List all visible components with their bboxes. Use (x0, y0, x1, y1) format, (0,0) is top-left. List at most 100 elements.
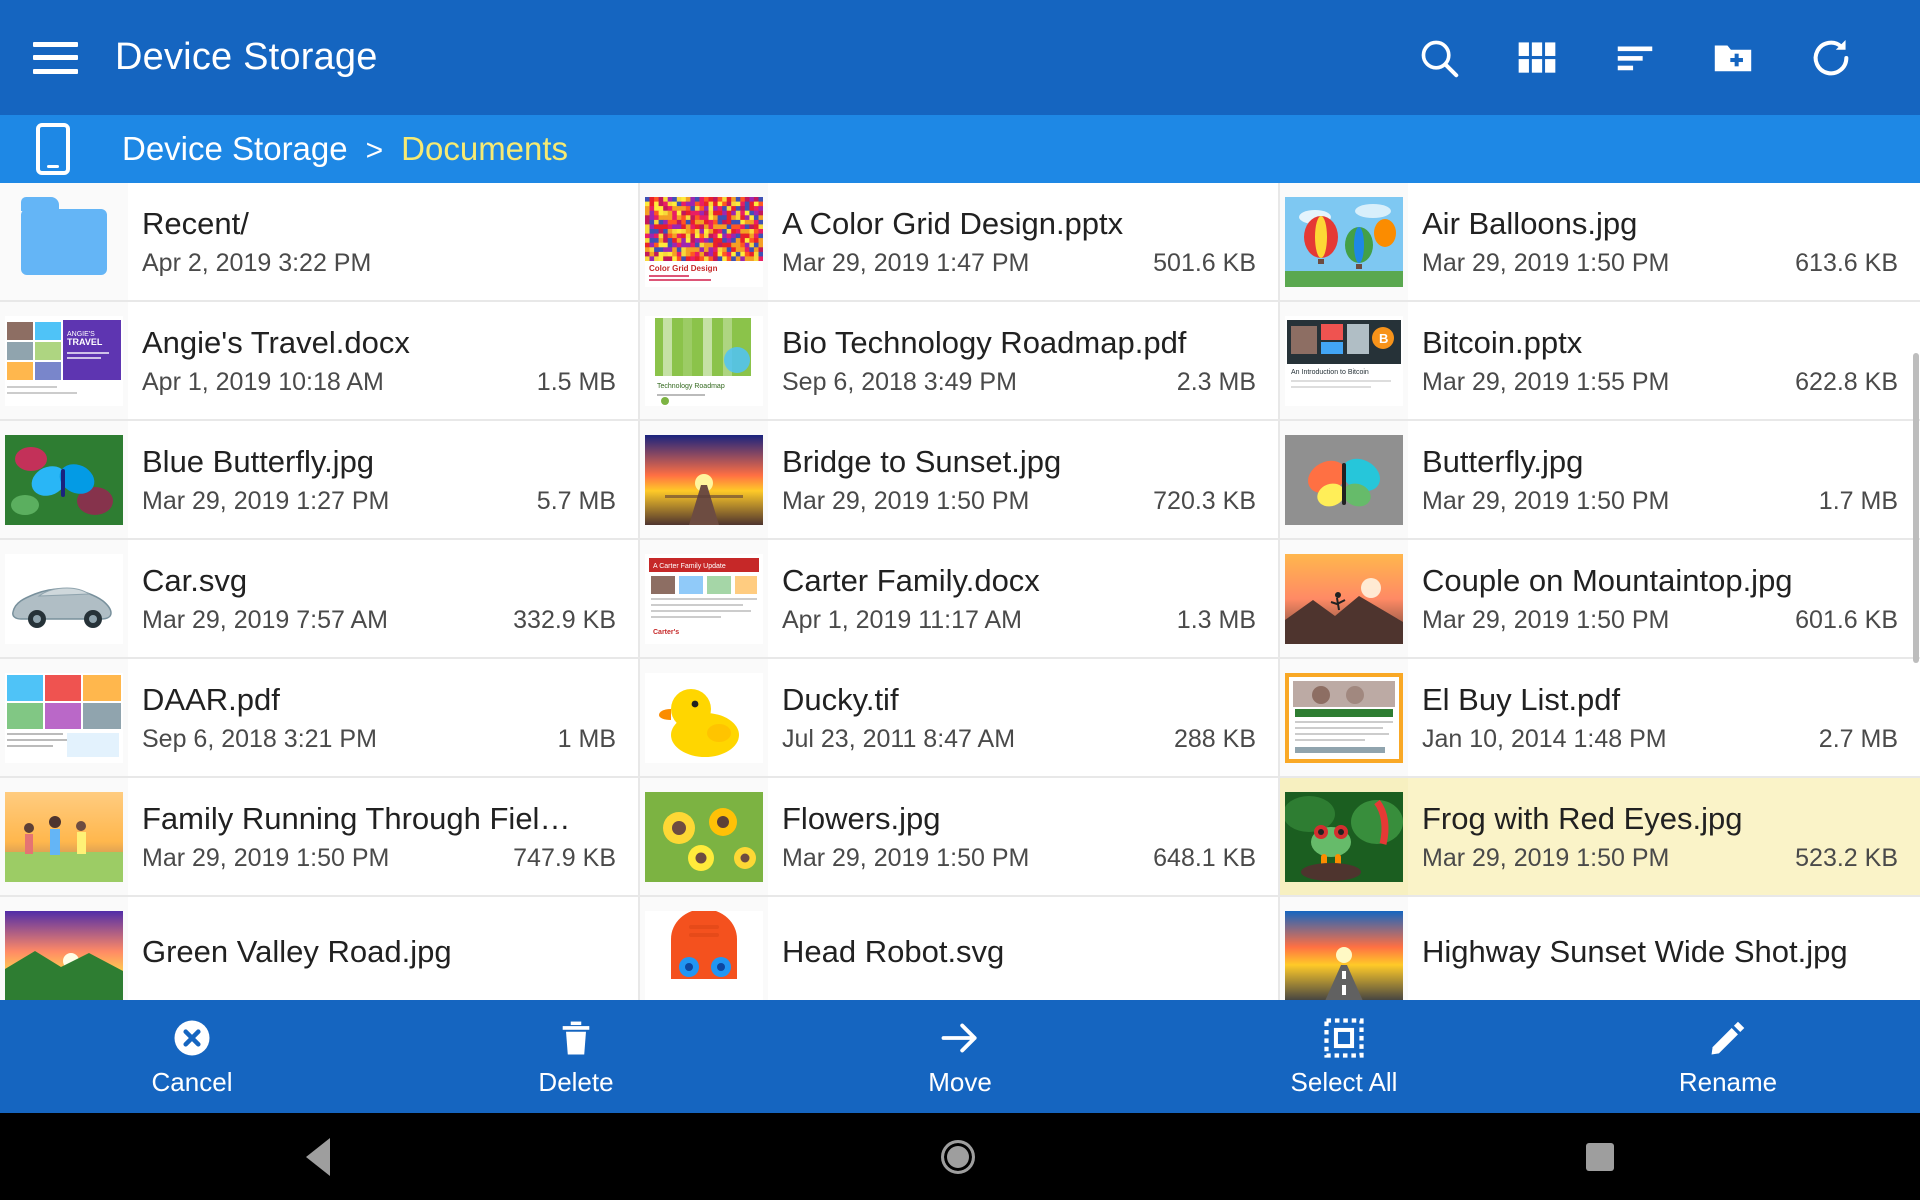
file-name: Frog with Red Eyes.jpg (1422, 800, 1743, 836)
recents-square-icon[interactable] (1586, 1142, 1615, 1171)
select-all-icon (1323, 1015, 1365, 1061)
file-thumbnail (0, 421, 128, 538)
file-name: Family Running Through Fiel… (142, 800, 571, 836)
file-date: Apr 1, 2019 10:18 AM (142, 368, 384, 397)
file-meta: Couple on Mountaintop.jpg Mar 29, 2019 1:… (1408, 540, 1920, 657)
file-name: Ducky.tif (782, 681, 899, 717)
file-list-item[interactable]: ANGIE'S TRAVEL Angie's Travel.docx Apr 1, 2… (0, 302, 640, 421)
file-date: Jan 10, 2014 1:48 PM (1422, 725, 1667, 754)
android-nav-bar (0, 1113, 1920, 1200)
table-row: Green Valley Road.jpg Head Robot.svg Highw… (0, 897, 1920, 1000)
file-list[interactable]: Recent/Apr 2, 2019 3:22 PM Color Grid Des… (0, 183, 1920, 1000)
hamburger-menu-icon[interactable] (0, 0, 110, 115)
list-scrollbar[interactable] (1912, 183, 1920, 1000)
file-list-item[interactable]: Frog with Red Eyes.jpg Mar 29, 2019 1:50 … (1280, 778, 1920, 897)
file-date: Mar 29, 2019 1:50 PM (782, 487, 1030, 516)
file-thumbnail (0, 778, 128, 895)
file-list-item[interactable]: Car.svg Mar 29, 2019 7:57 AM 332.9 KB (0, 540, 640, 659)
file-list-item[interactable]: Butterfly.jpg Mar 29, 2019 1:50 PM 1.7 MB (1280, 421, 1920, 540)
breadcrumb-root[interactable]: Device Storage (122, 130, 348, 168)
cancel-button[interactable]: Cancel (0, 1000, 384, 1113)
file-list-item[interactable]: Family Running Through Fiel… Mar 29, 2019… (0, 778, 640, 897)
table-row: Blue Butterfly.jpg Mar 29, 2019 1:27 PM 5.… (0, 421, 1920, 540)
file-thumbnail (640, 659, 768, 776)
file-thumbnail (0, 659, 128, 776)
select-all-label: Select All (1290, 1067, 1398, 1097)
svg-text:B: B (1379, 331, 1388, 346)
file-manager-screen: Device Storage Device Storage > Document… (0, 0, 1920, 1200)
file-list-item[interactable]: Recent/Apr 2, 2019 3:22 PM (0, 183, 640, 302)
refresh-icon[interactable] (1782, 0, 1880, 115)
file-list-item[interactable]: Air Balloons.jpg Mar 29, 2019 1:50 PM 613.… (1280, 183, 1920, 302)
file-size: 1.5 MB (536, 368, 616, 397)
file-meta: Air Balloons.jpg Mar 29, 2019 1:50 PM 613.… (1408, 183, 1920, 300)
file-size: 332.9 KB (513, 606, 616, 635)
file-list-item[interactable]: Color Grid Design A Color Grid Design.ppt… (640, 183, 1280, 302)
file-meta: Blue Butterfly.jpg Mar 29, 2019 1:27 PM 5.… (128, 421, 638, 538)
delete-button[interactable]: Delete (384, 1000, 768, 1113)
sort-icon[interactable] (1586, 0, 1684, 115)
file-name: Couple on Mountaintop.jpg (1422, 562, 1793, 598)
file-list-item[interactable]: Bridge to Sunset.jpg Mar 29, 2019 1:50 PM… (640, 421, 1280, 540)
file-subline: Mar 29, 2019 1:55 PM 622.8 KB (1422, 368, 1898, 397)
file-list-item[interactable]: A Carter Family Update Carter's Carter Fam… (640, 540, 1280, 659)
file-list-item[interactable]: Ducky.tif Jul 23, 2011 8:47 AM 288 KB (640, 659, 1280, 778)
file-meta: Head Robot.svg (768, 897, 1278, 1000)
file-date: Apr 2, 2019 3:22 PM (142, 249, 372, 278)
file-name: Recent/ (142, 205, 249, 241)
file-thumbnail (1280, 540, 1408, 657)
file-list-item[interactable]: Blue Butterfly.jpg Mar 29, 2019 1:27 PM 5.… (0, 421, 640, 540)
new-folder-icon[interactable] (1684, 0, 1782, 115)
home-circle-icon[interactable] (940, 1139, 975, 1174)
search-icon[interactable] (1390, 0, 1488, 115)
file-list-item[interactable]: Couple on Mountaintop.jpg Mar 29, 2019 1:… (1280, 540, 1920, 659)
file-list-item[interactable]: Highway Sunset Wide Shot.jpg (1280, 897, 1920, 1000)
file-meta: Bridge to Sunset.jpg Mar 29, 2019 1:50 PM… (768, 421, 1278, 538)
file-subline: Apr 2, 2019 3:22 PM (142, 249, 616, 278)
file-list-item[interactable]: Head Robot.svg (640, 897, 1280, 1000)
file-size: 720.3 KB (1153, 487, 1256, 516)
pencil-icon (1707, 1015, 1749, 1061)
file-meta: Flowers.jpg Mar 29, 2019 1:50 PM 648.1 KB (768, 778, 1278, 895)
page-title: Device Storage (115, 36, 378, 78)
app-bar: Device Storage (0, 0, 1920, 115)
file-subline: Mar 29, 2019 1:50 PM 601.6 KB (1422, 606, 1898, 635)
file-date: Mar 29, 2019 1:47 PM (782, 249, 1030, 278)
file-list-item[interactable]: Green Valley Road.jpg (0, 897, 640, 1000)
file-date: Mar 29, 2019 1:50 PM (1422, 487, 1670, 516)
file-name: Carter Family.docx (782, 562, 1040, 598)
file-thumbnail: Technology Roadmap (640, 302, 768, 419)
file-name: A Color Grid Design.pptx (782, 205, 1124, 241)
file-list-item[interactable]: B An Introduction to Bitcoin Bitcoin.pptx M… (1280, 302, 1920, 421)
file-meta: Family Running Through Fiel… Mar 29, 2019… (128, 778, 638, 895)
file-name: Bridge to Sunset.jpg (782, 443, 1062, 479)
file-meta: Bio Technology Roadmap.pdf Sep 6, 2018 3:… (768, 302, 1278, 419)
file-list-item[interactable]: DAAR.pdf Sep 6, 2018 3:21 PM 1 MB (0, 659, 640, 778)
grid-view-icon[interactable] (1488, 0, 1586, 115)
file-name: Air Balloons.jpg (1422, 205, 1638, 241)
back-triangle-icon[interactable] (305, 1137, 330, 1176)
file-subline: Mar 29, 2019 1:50 PM 613.6 KB (1422, 249, 1898, 278)
file-list-item[interactable]: Flowers.jpg Mar 29, 2019 1:50 PM 648.1 KB (640, 778, 1280, 897)
rename-button[interactable]: Rename (1536, 1000, 1920, 1113)
file-name: DAAR.pdf (142, 681, 280, 717)
file-meta: DAAR.pdf Sep 6, 2018 3:21 PM 1 MB (128, 659, 638, 776)
table-row: Family Running Through Fiel… Mar 29, 2019… (0, 778, 1920, 897)
file-subline: Mar 29, 2019 1:50 PM 523.2 KB (1422, 844, 1898, 873)
breadcrumb-current[interactable]: Documents (401, 130, 568, 168)
table-row: ANGIE'S TRAVEL Angie's Travel.docx Apr 1, 2… (0, 302, 1920, 421)
file-date: Mar 29, 2019 1:50 PM (782, 844, 1030, 873)
file-list-item[interactable]: El Buy List.pdf Jan 10, 2014 1:48 PM 2.7 M… (1280, 659, 1920, 778)
file-date: Apr 1, 2019 11:17 AM (782, 606, 1022, 635)
file-size: 2.7 MB (1818, 725, 1898, 754)
file-meta: Car.svg Mar 29, 2019 7:57 AM 332.9 KB (128, 540, 638, 657)
file-date: Sep 6, 2018 3:49 PM (782, 368, 1017, 397)
move-button[interactable]: Move (768, 1000, 1152, 1113)
file-date: Jul 23, 2011 8:47 AM (782, 725, 1016, 754)
svg-text:Technology Roadmap: Technology Roadmap (657, 383, 725, 390)
file-list-item[interactable]: Technology Roadmap Bio Technology Roadmap… (640, 302, 1280, 421)
select-all-button[interactable]: Select All (1152, 1000, 1536, 1113)
file-subline: Apr 1, 2019 11:17 AM 1.3 MB (782, 606, 1256, 635)
file-subline: Sep 6, 2018 3:21 PM 1 MB (142, 725, 616, 754)
file-subline: Mar 29, 2019 1:47 PM 501.6 KB (782, 249, 1256, 278)
